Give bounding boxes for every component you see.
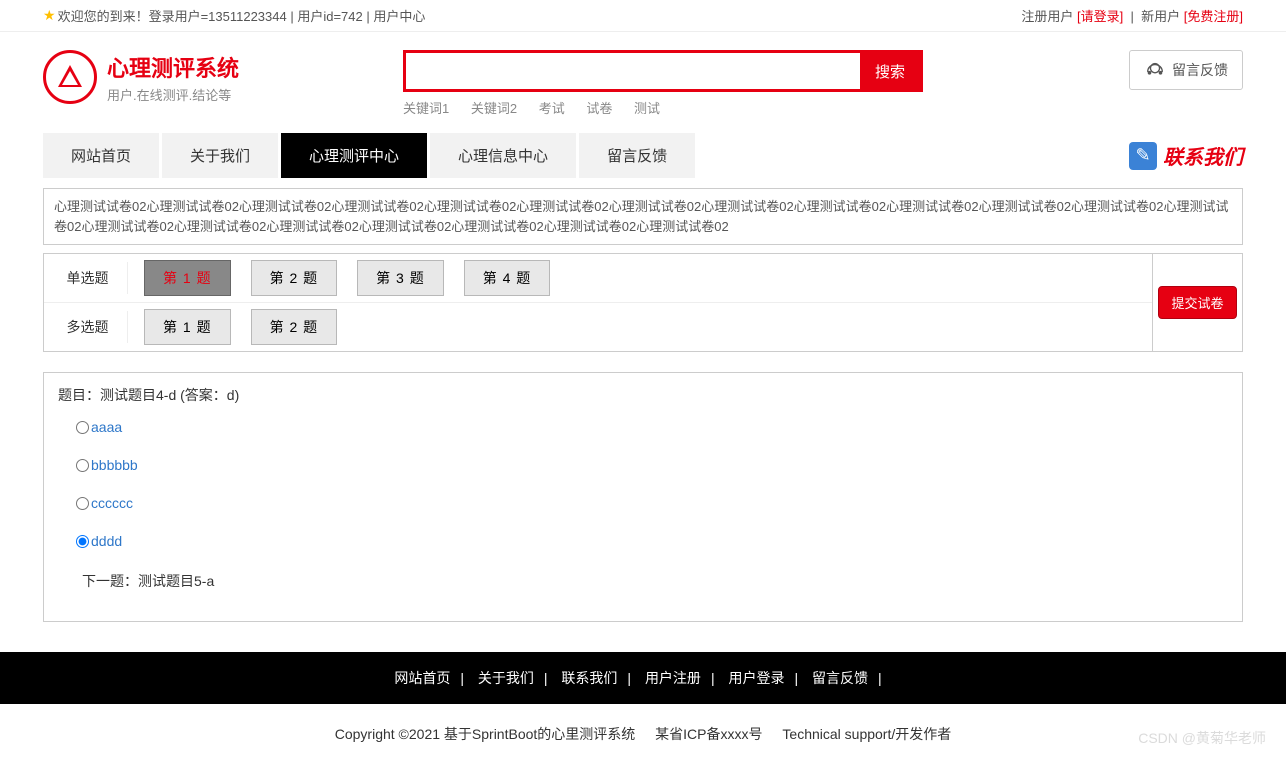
nav-about[interactable]: 关于我们 [162,133,278,178]
multi-q1-button[interactable]: 第 1 题 [144,309,231,345]
single-q3-button[interactable]: 第 3 题 [357,260,444,296]
footer-login[interactable]: 用户登录 [728,670,784,686]
option-a[interactable]: aaaa [76,419,1228,435]
footer-contact[interactable]: 联系我们 [561,670,617,686]
contact-us-label: 联系我们 [1163,141,1243,170]
option-d-radio[interactable] [76,535,89,548]
feedback-label: 留言反馈 [1172,60,1228,80]
option-b-radio[interactable] [76,459,89,472]
search-keywords: 关键词1 关键词2 考试 试卷 测试 [403,98,1103,117]
footer-nav: 网站首页| 关于我们| 联系我们| 用户注册| 用户登录| 留言反馈| [0,652,1286,704]
option-a-radio[interactable] [76,421,89,434]
headset-icon [1144,59,1166,81]
logo-subtitle: 用户.在线测评.结论等 [107,85,239,104]
pencil-icon: ✎ [1129,142,1157,170]
star-icon: ★ [43,7,56,24]
keyword-item[interactable]: 试卷 [586,101,612,116]
feedback-button[interactable]: 留言反馈 [1129,50,1243,90]
register-link[interactable]: [免费注册] [1184,9,1243,24]
option-c-label[interactable]: cccccc [91,495,133,511]
logo-title: 心理测评系统 [107,51,239,83]
submit-paper-button[interactable]: 提交试卷 [1158,286,1236,319]
footer-register[interactable]: 用户注册 [645,670,701,686]
option-c[interactable]: cccccc [76,495,1228,511]
icp-text: 某省ICP备xxxx号 [655,726,762,742]
keyword-item[interactable]: 测试 [634,101,660,116]
single-q4-button[interactable]: 第 4 题 [464,260,551,296]
keyword-item[interactable]: 关键词1 [403,101,449,116]
nav-feedback[interactable]: 留言反馈 [579,133,695,178]
search-button[interactable]: 搜索 [860,53,920,89]
single-q2-button[interactable]: 第 2 题 [251,260,338,296]
footer-feedback[interactable]: 留言反馈 [812,670,868,686]
option-d-label[interactable]: dddd [91,533,122,549]
next-question-link[interactable]: 下一题：测试题目5-a [82,571,1228,591]
new-user-label: 新用户 [1141,9,1180,24]
single-choice-label: 单选题 [48,262,128,294]
option-b-label[interactable]: bbbbbb [91,457,138,473]
search-box: 搜索 [403,50,923,92]
multi-q2-button[interactable]: 第 2 题 [251,309,338,345]
option-a-label[interactable]: aaaa [91,419,122,435]
nav-home[interactable]: 网站首页 [43,133,159,178]
nav-info-center[interactable]: 心理信息中心 [430,133,576,178]
footer-copyright: Copyright ©2021 基于SprintBoot的心里测评系统 某省IC… [0,704,1286,764]
login-link[interactable]: [请登录] [1077,9,1123,24]
logo[interactable]: 心理测评系统 用户.在线测评.结论等 [43,50,403,104]
search-input[interactable] [406,53,860,89]
footer-home[interactable]: 网站首页 [394,670,450,686]
contact-us[interactable]: ✎ 联系我们 [1129,141,1243,170]
question-nav: 单选题 第 1 题 第 2 题 第 3 题 第 4 题 多选题 第 1 题 第 … [43,253,1243,352]
footer-about[interactable]: 关于我们 [478,670,534,686]
welcome-text[interactable]: 欢迎您的到来！登录用户=13511223344 | 用户id=742 | 用户中… [58,6,426,25]
keyword-item[interactable]: 关键词2 [471,101,517,116]
question-panel: 题目：测试题目4-d (答案：d) aaaa bbbbbb cccccc ddd… [43,372,1243,622]
single-q1-button[interactable]: 第 1 题 [144,260,231,296]
option-b[interactable]: bbbbbb [76,457,1228,473]
copyright-text: Copyright ©2021 基于SprintBoot的心里测评系统 [335,726,636,742]
multi-choice-label: 多选题 [48,311,128,343]
option-c-radio[interactable] [76,497,89,510]
tech-support-text[interactable]: Technical support/开发作者 [782,726,951,742]
question-title: 题目：测试题目4-d (答案：d) [58,385,1228,405]
option-d[interactable]: dddd [76,533,1228,549]
topbar-welcome: ★ 欢迎您的到来！登录用户=13511223344 | 用户id=742 | 用… [43,6,425,25]
paper-description: 心理测试试卷02心理测试试卷02心理测试试卷02心理测试试卷02心理测试试卷02… [43,188,1243,245]
nav-assessment-center[interactable]: 心理测评中心 [281,133,427,178]
registered-user-label: 注册用户 [1021,9,1073,24]
divider: | [1127,9,1141,24]
logo-icon [43,50,97,104]
keyword-item[interactable]: 考试 [539,101,565,116]
